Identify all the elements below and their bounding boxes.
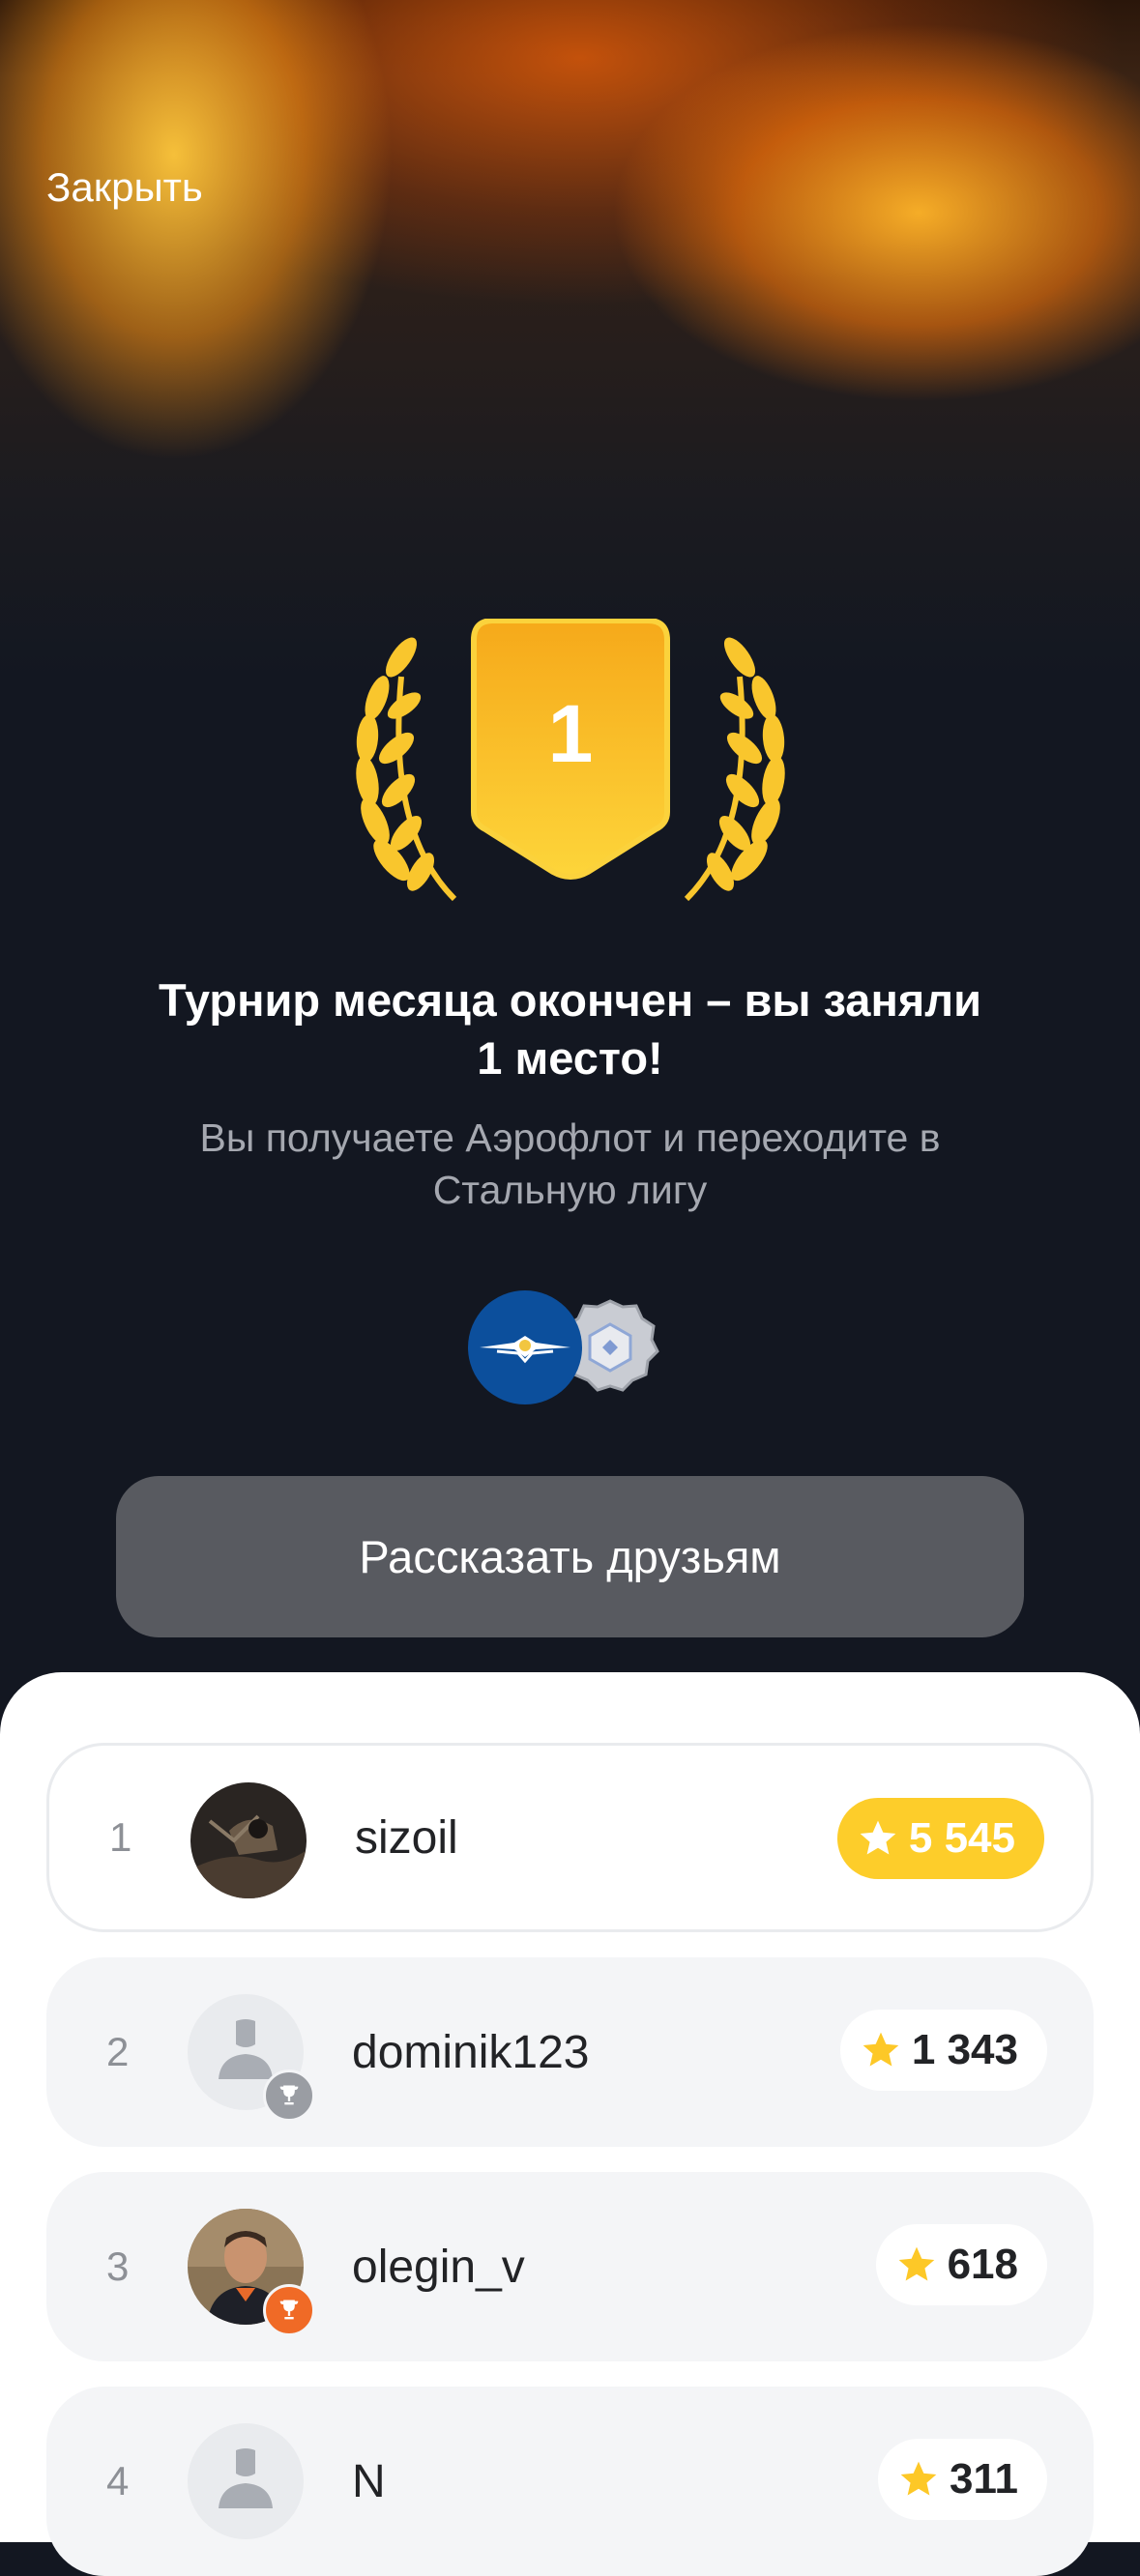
result-subtitle-line-1: Вы получаете Аэрофлот и переходите в xyxy=(199,1115,941,1160)
result-title: Турнир месяца окончен – вы заняли 1 мест… xyxy=(97,971,1043,1087)
leaderboard-row[interactable]: 1 sizoil 5 545 xyxy=(46,1743,1094,1932)
rank-number: 3 xyxy=(106,2243,130,2289)
avatar xyxy=(188,1994,315,2122)
avatar xyxy=(188,2423,304,2539)
leaderboard-row[interactable]: 3 olegin_v 618 xyxy=(46,2172,1094,2361)
username: sizoil xyxy=(355,1811,458,1864)
star-icon xyxy=(860,1820,896,1855)
user-placeholder-icon xyxy=(219,2448,273,2508)
rank-number: 2 xyxy=(106,2029,130,2074)
trophy-first-place-icon: 1 xyxy=(356,619,785,902)
rank-number: 4 xyxy=(106,2458,130,2504)
trophy-silver-icon xyxy=(263,2069,315,2122)
leaderboard-sheet: 1 sizoil 5 545 2 dominik123 1 343 3 oleg… xyxy=(0,1672,1140,2576)
result-title-line-2: 1 место! xyxy=(477,1032,663,1084)
score-badge: 5 545 xyxy=(836,1798,1044,1879)
username: dominik123 xyxy=(352,2026,590,2078)
leaderboard-row[interactable]: 2 dominik123 1 343 xyxy=(46,1957,1094,2147)
star-icon xyxy=(900,2461,937,2496)
score-value: 311 xyxy=(950,2455,1018,2503)
score-badge: 618 xyxy=(875,2224,1047,2305)
leaderboard-row[interactable]: 4 N 311 xyxy=(46,2387,1094,2576)
avatar xyxy=(188,2209,315,2336)
laurel-left-icon xyxy=(356,637,457,902)
rank-number: 1 xyxy=(109,1814,132,1860)
score-badge: 311 xyxy=(878,2439,1047,2520)
result-title-line-1: Турнир месяца окончен – вы заняли xyxy=(158,974,982,1026)
result-subtitle: Вы получаете Аэрофлот и переходите в Ста… xyxy=(116,1112,1024,1216)
score-value: 5 545 xyxy=(908,1814,1015,1862)
place-number: 1 xyxy=(548,688,594,779)
score-value: 1 343 xyxy=(911,2026,1018,2073)
score-value: 618 xyxy=(947,2241,1018,2288)
reward-badges xyxy=(468,1290,659,1404)
username: olegin_v xyxy=(352,2241,525,2293)
close-button[interactable]: Закрыть xyxy=(46,164,203,211)
star-icon xyxy=(862,2032,899,2067)
user-photo-icon xyxy=(190,1782,307,1898)
share-with-friends-button[interactable]: Рассказать друзьям xyxy=(116,1476,1024,1637)
score-badge: 1 343 xyxy=(839,2010,1047,2091)
username: N xyxy=(352,2455,386,2507)
trophy-bronze-icon xyxy=(263,2284,315,2336)
laurel-right-icon xyxy=(684,637,785,902)
result-subtitle-line-2: Стальную лигу xyxy=(432,1168,708,1212)
aeroflot-logo-icon xyxy=(468,1290,582,1404)
avatar xyxy=(190,1782,307,1898)
star-icon xyxy=(898,2246,934,2281)
